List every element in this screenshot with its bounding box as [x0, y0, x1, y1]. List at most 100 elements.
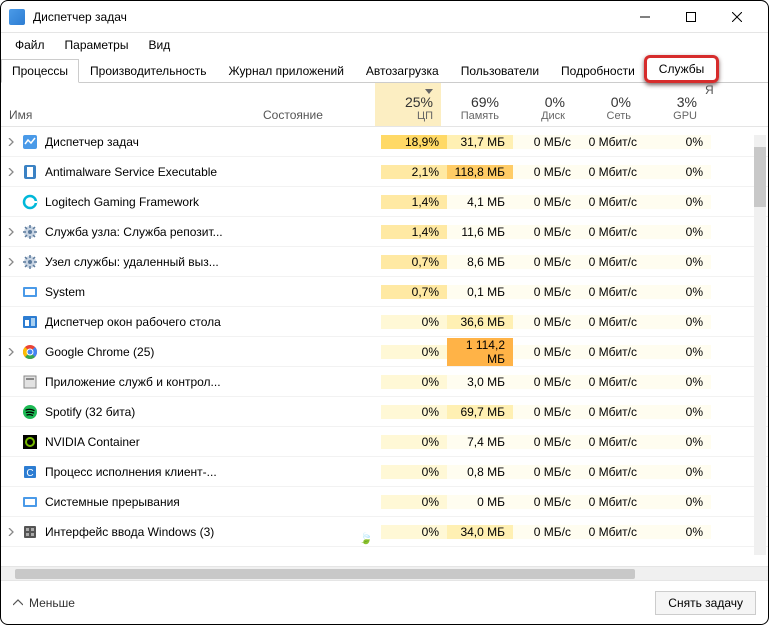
menu-view[interactable]: Вид — [138, 36, 180, 54]
process-name: NVIDIA Container — [45, 435, 261, 449]
system-icon — [21, 494, 39, 510]
memory-cell: 34,0 МБ — [447, 525, 513, 539]
col-memory[interactable]: 69% Память — [441, 83, 507, 126]
process-name: Spotify (32 бита) — [45, 405, 261, 419]
expand-toggle[interactable] — [1, 168, 21, 176]
taskmgr-icon — [21, 134, 39, 150]
disk-cell: 0 МБ/с — [513, 375, 579, 389]
table-row[interactable]: Служба узла: Служба репозит...1,4%11,6 М… — [1, 217, 768, 247]
expand-toggle[interactable] — [1, 228, 21, 236]
content-area: Имя Состояние 25% ЦП 69% Память 0% Диск … — [1, 83, 768, 580]
scrollbar-thumb[interactable] — [15, 569, 635, 579]
process-name: Процесс исполнения клиент-... — [45, 465, 261, 479]
maximize-button[interactable] — [668, 1, 714, 33]
end-task-button[interactable]: Снять задачу — [655, 591, 756, 615]
table-row[interactable]: Узел службы: удаленный выз... 0,7%8,6 МБ0… — [1, 247, 768, 277]
vertical-scrollbar[interactable] — [754, 135, 766, 555]
cpu-cell: 0% — [381, 435, 447, 449]
expand-toggle[interactable] — [1, 528, 21, 536]
tab-app-history[interactable]: Журнал приложений — [218, 59, 355, 83]
close-button[interactable] — [714, 1, 760, 33]
gpu-cell: 0% — [645, 285, 711, 299]
menu-file[interactable]: Файл — [5, 36, 55, 54]
col-network[interactable]: 0% Сеть — [573, 83, 639, 126]
disk-cell: 0 МБ/с — [513, 465, 579, 479]
gpu-cell: 0% — [645, 525, 711, 539]
col-state[interactable]: Состояние — [255, 83, 375, 126]
table-row[interactable]: Logitech Gaming Framework1,4%4,1 МБ0 МБ/… — [1, 187, 768, 217]
tab-processes[interactable]: Процессы — [1, 59, 79, 83]
expand-toggle[interactable] — [1, 348, 21, 356]
network-cell: 0 Мбит/с — [579, 525, 645, 539]
generic-icon — [21, 374, 39, 390]
client-icon: C — [21, 464, 39, 480]
table-row[interactable]: NVIDIA Container0%7,4 МБ0 МБ/с0 Мбит/с0% — [1, 427, 768, 457]
memory-cell: 7,4 МБ — [447, 435, 513, 449]
expand-toggle[interactable] — [1, 138, 21, 146]
disk-cell: 0 МБ/с — [513, 165, 579, 179]
col-name[interactable]: Имя — [1, 83, 255, 126]
network-cell: 0 Мбит/с — [579, 345, 645, 359]
col-disk[interactable]: 0% Диск — [507, 83, 573, 126]
expand-toggle[interactable] — [1, 258, 21, 266]
table-row[interactable]: Диспетчер окон рабочего стола0%36,6 МБ0 … — [1, 307, 768, 337]
disk-cell: 0 МБ/с — [513, 135, 579, 149]
cpu-cell: 0,7% — [381, 285, 447, 299]
table-row[interactable]: Google Chrome (25)0%1 114,2 МБ0 МБ/с0 Мб… — [1, 337, 768, 367]
col-cpu[interactable]: 25% ЦП — [375, 83, 441, 126]
winlogon-icon — [21, 524, 39, 540]
logitech-icon — [21, 194, 39, 210]
gpu-cell: 0% — [645, 165, 711, 179]
disk-cell: 0 МБ/с — [513, 195, 579, 209]
fewer-details-button[interactable]: Меньше — [13, 596, 75, 610]
footer: Меньше Снять задачу — [1, 580, 768, 624]
process-name: Служба узла: Служба репозит... — [45, 225, 261, 239]
system-icon — [21, 284, 39, 300]
scrollbar-thumb[interactable] — [754, 147, 766, 207]
tab-services[interactable]: Службы — [644, 55, 719, 83]
tab-details[interactable]: Подробности — [550, 59, 646, 83]
table-row[interactable]: System0,7%0,1 МБ0 МБ/с0 Мбит/с0% — [1, 277, 768, 307]
window-title: Диспетчер задач — [33, 10, 622, 24]
menubar: Файл Параметры Вид — [1, 33, 768, 57]
disk-cell: 0 МБ/с — [513, 315, 579, 329]
col-gpu[interactable]: 3% GPU — [639, 83, 705, 126]
chrome-icon — [21, 344, 39, 360]
table-row[interactable]: Диспетчер задач18,9%31,7 МБ0 МБ/с0 Мбит/… — [1, 127, 768, 157]
table-row[interactable]: Интерфейс ввода Windows (3)🍃0%34,0 МБ0 М… — [1, 517, 768, 547]
memory-cell: 3,0 МБ — [447, 375, 513, 389]
table-row[interactable]: Приложение служб и контрол...0%3,0 МБ0 М… — [1, 367, 768, 397]
table-row[interactable]: CПроцесс исполнения клиент-...0%0,8 МБ0 … — [1, 457, 768, 487]
table-row[interactable]: Системные прерывания0%0 МБ0 МБ/с0 Мбит/с… — [1, 487, 768, 517]
process-name: Узел службы: удаленный выз... — [45, 255, 261, 269]
menu-options[interactable]: Параметры — [55, 36, 139, 54]
network-cell: 0 Мбит/с — [579, 315, 645, 329]
memory-cell: 4,1 МБ — [447, 195, 513, 209]
svg-text:C: C — [26, 468, 33, 479]
disk-cell: 0 МБ/с — [513, 285, 579, 299]
gpu-cell: 0% — [645, 465, 711, 479]
cpu-cell: 0% — [381, 495, 447, 509]
disk-cell: 0 МБ/с — [513, 345, 579, 359]
cpu-cell: 0,7% — [381, 255, 447, 269]
tab-users[interactable]: Пользователи — [450, 59, 550, 83]
chevron-up-icon — [13, 598, 23, 608]
horizontal-scrollbar[interactable] — [1, 566, 768, 580]
gpu-cell: 0% — [645, 225, 711, 239]
memory-cell: 11,6 МБ — [447, 225, 513, 239]
process-list[interactable]: Диспетчер задач18,9%31,7 МБ0 МБ/с0 Мбит/… — [1, 127, 768, 566]
table-row[interactable]: Spotify (32 бита)0%69,7 МБ0 МБ/с0 Мбит/с… — [1, 397, 768, 427]
network-cell: 0 Мбит/с — [579, 435, 645, 449]
tab-performance[interactable]: Производительность — [79, 59, 217, 83]
minimize-button[interactable] — [622, 1, 668, 33]
table-row[interactable]: Antimalware Service Executable2,1%118,8 … — [1, 157, 768, 187]
cpu-cell: 0% — [381, 525, 447, 539]
disk-cell: 0 МБ/с — [513, 435, 579, 449]
tab-startup[interactable]: Автозагрузка — [355, 59, 450, 83]
disk-cell: 0 МБ/с — [513, 255, 579, 269]
leaf-icon: 🍃 — [359, 532, 373, 545]
app-icon — [9, 9, 25, 25]
process-name: Logitech Gaming Framework — [45, 195, 261, 209]
memory-cell: 0 МБ — [447, 495, 513, 509]
memory-cell: 8,6 МБ — [447, 255, 513, 269]
